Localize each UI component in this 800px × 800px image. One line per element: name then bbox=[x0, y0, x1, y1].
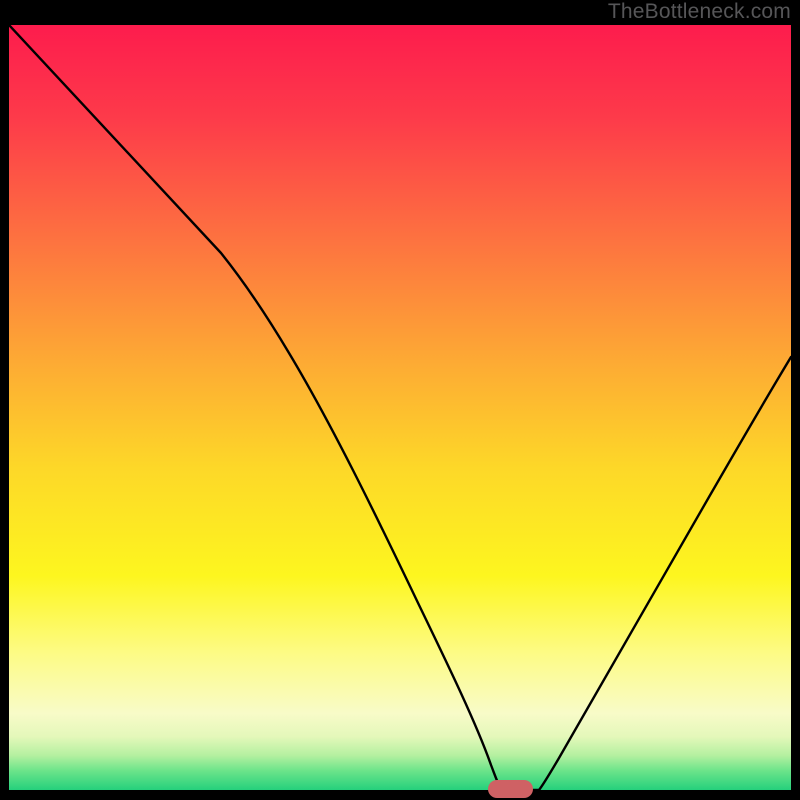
watermark-text: TheBottleneck.com bbox=[608, 0, 791, 24]
chart-outer-frame: TheBottleneck.com bbox=[0, 0, 800, 800]
bottleneck-curve bbox=[9, 25, 791, 790]
plot-area bbox=[9, 25, 791, 790]
optimal-marker bbox=[488, 780, 533, 798]
